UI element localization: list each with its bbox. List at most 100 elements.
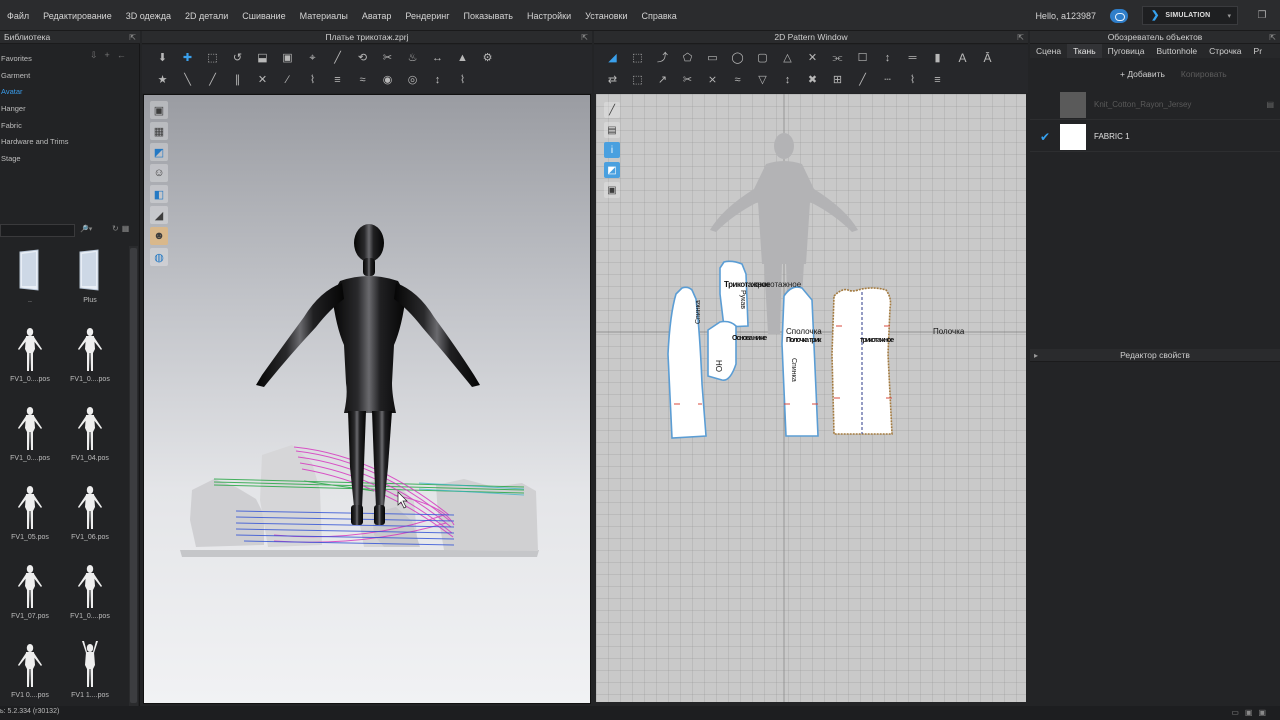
fabric-texture-icon[interactable]: ◩: [604, 162, 620, 178]
topstitch-icon[interactable]: ≡: [331, 74, 344, 87]
lasso-icon[interactable]: ⬚: [631, 74, 644, 87]
library-pose-item[interactable]: FV1_0....pos: [0, 325, 60, 403]
view3d-canvas[interactable]: ▣ ▦ ◩ ☺ ◧ ◢ ☻ ◍: [143, 94, 591, 704]
buttonhole-icon[interactable]: ◎: [406, 74, 419, 87]
expand-icon[interactable]: ⇱: [1269, 31, 1276, 44]
library-tree-item[interactable]: Fabric: [0, 118, 140, 135]
polygon-icon[interactable]: ⬠: [681, 52, 694, 65]
walk-icon[interactable]: ★: [156, 74, 169, 87]
cloud-icon[interactable]: [1110, 8, 1128, 23]
library-tree-item[interactable]: Favorites: [0, 51, 140, 68]
menu-item[interactable]: 3D одежда: [119, 11, 178, 21]
add-fabric-button[interactable]: + Добавить: [1120, 69, 1165, 79]
edit-point-icon[interactable]: ⬚: [631, 52, 644, 65]
library-folder[interactable]: ..: [0, 246, 60, 324]
line-tool-icon[interactable]: ∕: [281, 74, 294, 87]
brush-icon[interactable]: ╱: [206, 74, 219, 87]
grid-view-icon[interactable]: ▦: [122, 224, 133, 233]
library-pose-item[interactable]: FV1_0....pos: [60, 325, 120, 403]
puckering-icon[interactable]: ≈: [356, 74, 369, 87]
menu-item[interactable]: Материалы: [293, 11, 355, 21]
library-pose-item[interactable]: FV1_06.pos: [60, 483, 120, 561]
menu-item[interactable]: Показывать: [457, 11, 520, 21]
search-dropdown-icon[interactable]: 🔎▾: [80, 225, 92, 233]
avatar-measure-icon[interactable]: ↔: [431, 52, 444, 65]
text-edit-icon[interactable]: Ā: [981, 52, 994, 65]
measure-icon[interactable]: ≡: [931, 74, 944, 87]
button-icon[interactable]: ◉: [381, 74, 394, 87]
library-tree-item[interactable]: Stage: [0, 151, 140, 168]
menu-item[interactable]: Установки: [578, 11, 634, 21]
symmetry-icon[interactable]: ⇄: [606, 74, 619, 87]
pin-icon[interactable]: ▮: [931, 52, 944, 65]
garment-display-icon[interactable]: ◩: [150, 143, 168, 161]
menu-item[interactable]: Аватар: [355, 11, 399, 21]
select-move-icon[interactable]: ✚: [181, 52, 194, 65]
menu-item[interactable]: Справка: [634, 11, 683, 21]
tack-icon[interactable]: ╱: [331, 52, 344, 65]
library-folder[interactable]: Plus: [60, 246, 120, 324]
zipper-icon[interactable]: ↕: [431, 74, 444, 87]
dart-icon[interactable]: △: [781, 52, 794, 65]
menu-item[interactable]: Сшивание: [235, 11, 292, 21]
info-icon[interactable]: i: [604, 142, 620, 158]
stitch-line-icon[interactable]: ┄: [881, 74, 894, 87]
menu-item[interactable]: Настройки: [520, 11, 578, 21]
copy-fabric-button[interactable]: Копировать: [1181, 69, 1227, 79]
check-sewing-icon[interactable]: ☐: [856, 52, 869, 65]
rectangle-icon[interactable]: ▭: [706, 52, 719, 65]
measure-icon[interactable]: ⌇: [456, 74, 469, 87]
offset-icon[interactable]: ↗: [656, 74, 669, 87]
transform-pattern-icon[interactable]: ◢: [606, 52, 619, 65]
window-restore-icon[interactable]: ❐: [1244, 6, 1280, 25]
fabric-swatch[interactable]: [1060, 91, 1086, 118]
avatar-display-icon[interactable]: ☺: [150, 164, 168, 182]
scrollbar-thumb[interactable]: [130, 248, 137, 703]
elastic-icon[interactable]: ≈: [731, 74, 744, 87]
box-select-icon[interactable]: ⬚: [206, 52, 219, 65]
trim-icon[interactable]: ✂: [681, 74, 694, 87]
internal-polygon-icon[interactable]: ▢: [756, 52, 769, 65]
library-pose-item[interactable]: FV1_07.pos: [0, 562, 60, 640]
text-icon[interactable]: A: [956, 52, 969, 65]
menu-item[interactable]: Редактирование: [36, 11, 119, 21]
fold-icon[interactable]: ⬓: [256, 52, 269, 65]
library-pose-item[interactable]: FV1_04.pos: [60, 404, 120, 482]
trace-icon[interactable]: ↕: [881, 52, 894, 65]
expand-icon[interactable]: ⇱: [129, 31, 136, 44]
globe-icon[interactable]: ◍: [150, 248, 168, 266]
display-mode-icon[interactable]: ▣: [150, 101, 168, 119]
checkmark-icon[interactable]: ✔: [1030, 130, 1060, 144]
seam-icon[interactable]: ∥: [231, 74, 244, 87]
seam-taping-icon[interactable]: ⊞: [831, 74, 844, 87]
simulation-button[interactable]: ❯ SIMULATION ▾: [1142, 6, 1238, 25]
library-tree-item[interactable]: Avatar: [0, 84, 140, 101]
ruler-icon[interactable]: ═: [906, 52, 919, 65]
window-min-icon[interactable]: ▭: [1231, 708, 1245, 717]
curve-point-icon[interactable]: ⤴: [656, 52, 669, 65]
fabric-row[interactable]: ✔ FABRIC 1: [1030, 122, 1280, 152]
segment-sewing-icon[interactable]: ✕: [806, 52, 819, 65]
library-tree-item[interactable]: Hanger: [0, 101, 140, 118]
circle-icon[interactable]: ◯: [731, 52, 744, 65]
pattern-view-icon[interactable]: ▤: [604, 122, 620, 138]
topstitch-icon[interactable]: ╱: [856, 74, 869, 87]
move-down-icon[interactable]: ⬇: [156, 52, 169, 65]
lock-icon[interactable]: ▣: [604, 182, 620, 198]
library-pose-item[interactable]: FV1_05.pos: [0, 483, 60, 561]
trash-icon[interactable]: ▤: [1266, 100, 1274, 109]
layout-3d-icon[interactable]: ▣: [1258, 708, 1272, 717]
notch-icon[interactable]: ▽: [756, 74, 769, 87]
refresh-icon[interactable]: ↻: [112, 224, 122, 233]
library-pose-item[interactable]: FV1_0....pos: [0, 404, 60, 482]
object-tab[interactable]: Pr: [1248, 44, 1269, 58]
zigzag-icon[interactable]: ⌇: [306, 74, 319, 87]
library-search-input[interactable]: [0, 224, 75, 237]
puckering-icon[interactable]: ⌇: [906, 74, 919, 87]
rotate-icon[interactable]: ↺: [231, 52, 244, 65]
shirt-icon[interactable]: ▲: [456, 52, 469, 65]
object-tab[interactable]: Ткань: [1067, 44, 1102, 58]
stitch-display-icon[interactable]: ◢: [150, 206, 168, 224]
library-tree-item[interactable]: Garment: [0, 68, 140, 85]
fabric-display-icon[interactable]: ◧: [150, 185, 168, 203]
